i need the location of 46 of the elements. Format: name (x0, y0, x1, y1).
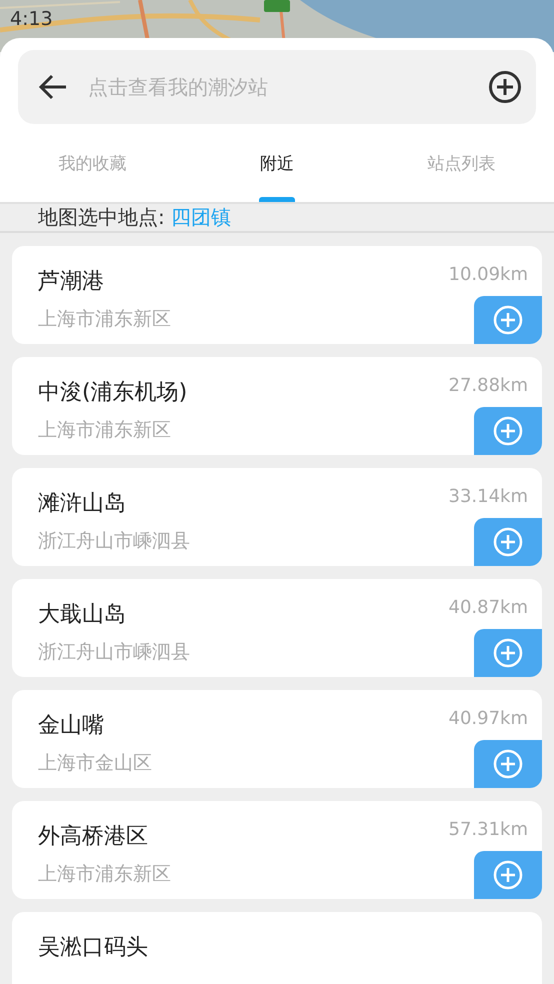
station-distance: 33.14km (448, 486, 528, 507)
station-card[interactable]: 吴淞口码头 (12, 912, 542, 984)
station-name: 吴淞口码头 (38, 934, 148, 962)
station-address: 上海市金山区 (38, 751, 152, 776)
station-address: 上海市浦东新区 (38, 418, 171, 443)
station-card[interactable]: 外高桥港区 上海市浦东新区 57.31km (12, 801, 542, 899)
station-name: 金山嘴 (38, 712, 104, 740)
station-name: 大戢山岛 (38, 601, 126, 629)
station-address: 上海市浦东新区 (38, 862, 171, 887)
add-button[interactable] (474, 518, 542, 566)
station-name: 中浚(浦东机场) (38, 379, 188, 407)
tab[interactable]: 附近 (184, 124, 370, 202)
place-label: 地图选中地点: (38, 204, 165, 231)
add-button[interactable] (474, 407, 542, 455)
station-name: 滩浒山岛 (38, 490, 126, 518)
plus-icon (493, 749, 523, 779)
search-bar[interactable]: 点击查看我的潮汐站 (18, 50, 536, 124)
station-distance: 10.09km (448, 264, 528, 285)
station-distance: 40.87km (448, 597, 528, 618)
add-button[interactable] (474, 629, 542, 677)
plus-icon (493, 527, 523, 557)
station-name: 芦潮港 (38, 268, 104, 296)
station-card[interactable]: 芦潮港 上海市浦东新区 10.09km (12, 246, 542, 344)
station-distance: 27.88km (448, 375, 528, 396)
plus-icon (493, 416, 523, 446)
station-card[interactable]: 中浚(浦东机场) 上海市浦东新区 27.88km (12, 357, 542, 455)
station-distance: 40.97km (448, 708, 528, 729)
station-address: 浙江舟山市嵊泗县 (38, 640, 190, 665)
station-distance: 57.31km (448, 819, 528, 840)
add-button[interactable] (474, 740, 542, 788)
station-card[interactable]: 大戢山岛 浙江舟山市嵊泗县 40.87km (12, 579, 542, 677)
add-icon[interactable] (488, 70, 522, 104)
plus-icon (493, 860, 523, 890)
back-icon[interactable] (38, 74, 68, 100)
add-button[interactable] (474, 851, 542, 899)
plus-icon (493, 638, 523, 668)
plus-icon (493, 305, 523, 335)
station-name: 外高桥港区 (38, 823, 148, 851)
station-card[interactable]: 滩浒山岛 浙江舟山市嵊泗县 33.14km (12, 468, 542, 566)
place-name: 四团镇 (170, 204, 231, 231)
status-time: 4:13 (10, 8, 53, 30)
station-address: 上海市浦东新区 (38, 307, 171, 332)
station-card[interactable]: 金山嘴 上海市金山区 40.97km (12, 690, 542, 788)
add-button[interactable] (474, 296, 542, 344)
station-address: 浙江舟山市嵊泗县 (38, 529, 190, 554)
search-field[interactable]: 点击查看我的潮汐站 (86, 74, 470, 100)
